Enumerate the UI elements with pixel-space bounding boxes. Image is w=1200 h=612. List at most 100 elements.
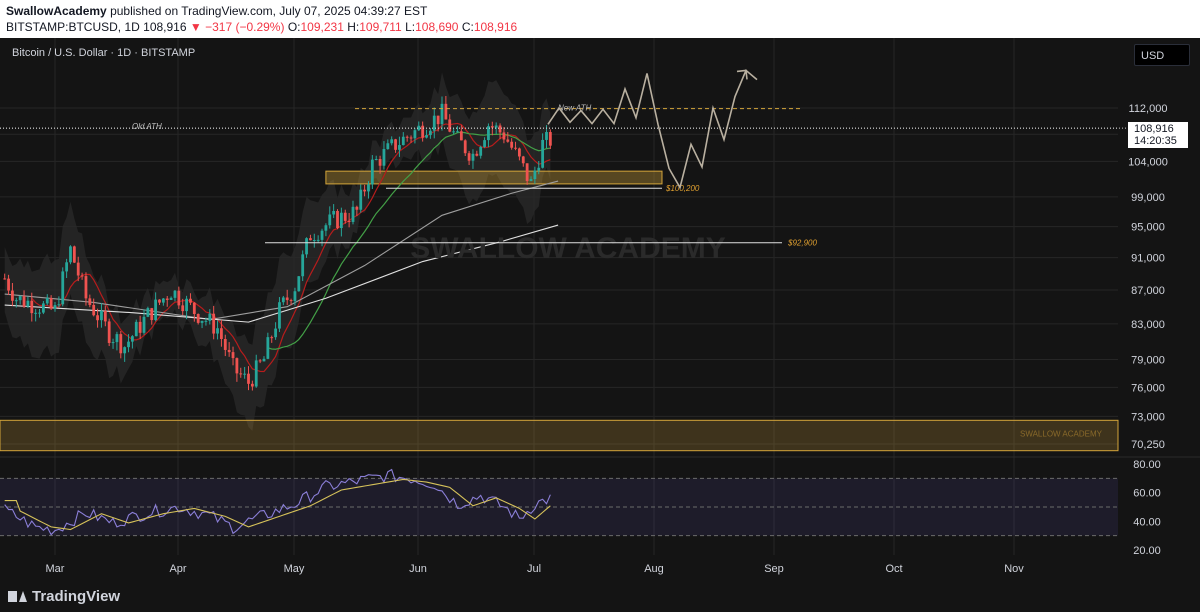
open-value: 109,231: [300, 20, 344, 34]
candle-body: [192, 302, 196, 315]
candle-body: [119, 334, 123, 354]
brand-name: TradingView: [32, 588, 121, 605]
candle-body: [38, 312, 41, 314]
currency-button[interactable]: USD: [1134, 44, 1190, 66]
candle-body: [436, 115, 440, 125]
published-text: published on TradingView.com, July 07, 2…: [110, 4, 428, 18]
candle-body: [266, 337, 270, 359]
candle-body: [382, 149, 386, 166]
time-tick-label: Aug: [644, 563, 664, 575]
candle-body: [533, 170, 537, 180]
candle-body: [510, 141, 514, 148]
time-tick-label: Apr: [169, 563, 186, 575]
candle-body: [181, 305, 185, 312]
candle-body: [398, 145, 401, 150]
tradingview-logo[interactable]: TradingView: [8, 588, 120, 605]
candle-body: [363, 189, 366, 192]
candle-body: [529, 179, 533, 182]
candle: [278, 297, 281, 332]
candle: [196, 313, 200, 325]
candle-body: [169, 297, 173, 300]
price-tick-label: 104,000: [1128, 156, 1168, 168]
rsi-band-fill: [0, 478, 1118, 536]
candle-body: [459, 131, 463, 141]
candle-body: [401, 136, 405, 146]
candle-body: [22, 296, 26, 307]
time-tick-label: May: [284, 563, 305, 575]
candle-body: [367, 184, 370, 192]
candle-body: [18, 296, 22, 301]
candle-body: [247, 373, 250, 384]
candle-body: [103, 310, 107, 322]
candle-body: [223, 339, 227, 350]
price-axis[interactable]: 112,000108,000104,00099,00095,00091,0008…: [1128, 103, 1168, 557]
candle-body: [80, 275, 84, 277]
candle-body: [374, 159, 378, 161]
candle-body: [456, 131, 459, 133]
candle-body: [328, 214, 332, 226]
publication-header: SwallowAcademy published on TradingView.…: [0, 0, 1200, 38]
candle-body: [165, 298, 169, 300]
candle-body: [30, 300, 34, 314]
candle-body: [7, 278, 10, 291]
candle-body: [545, 132, 548, 140]
candle-body: [161, 298, 165, 303]
candle-body: [158, 299, 161, 303]
candle-body: [208, 313, 212, 321]
candle: [107, 318, 111, 347]
candle-body: [278, 302, 281, 329]
rsi-tick-label: 20.00: [1133, 545, 1161, 557]
candle-body: [111, 342, 115, 344]
candle-body: [413, 130, 417, 139]
projection-path: [547, 69, 758, 190]
candle-body: [370, 159, 374, 185]
watermark-text: SWALLOW ACADEMY: [410, 232, 726, 265]
candle-body: [339, 212, 343, 229]
support-zone-upper: [325, 170, 663, 185]
candle-body: [309, 238, 312, 241]
candle-body: [26, 300, 30, 307]
candle-body: [425, 135, 428, 138]
candle-body: [204, 320, 208, 322]
candle: [69, 245, 72, 265]
candle: [146, 306, 150, 318]
chart-area[interactable]: SWALLOW ACADEMY Old ATH New ATH $100,200 $92…: [0, 38, 1200, 586]
candle-body: [220, 328, 223, 340]
candle-body: [11, 290, 14, 301]
candle-body: [467, 153, 471, 161]
author-name[interactable]: SwallowAcademy: [6, 4, 107, 18]
high-value: 109,711: [359, 20, 402, 34]
candle-body: [390, 139, 394, 144]
candle-body: [254, 360, 258, 387]
candle-body: [200, 320, 204, 323]
candle-body: [336, 210, 339, 229]
candle-body: [444, 103, 448, 120]
rsi-tick-label: 80.00: [1133, 459, 1161, 471]
zone-watermark-label: SWALLOW ACADEMY: [1020, 429, 1103, 438]
time-tick-label: Nov: [1004, 563, 1024, 575]
price-tick-label: 112,000: [1129, 103, 1168, 115]
time-axis[interactable]: Mar Apr May Jun Jul Aug Sep Oct Nov: [46, 563, 1025, 575]
time-tick-label: Sep: [764, 563, 784, 575]
candle-body: [471, 153, 475, 161]
candle-body: [440, 103, 444, 125]
candle-body: [72, 246, 76, 263]
candle-body: [452, 131, 456, 133]
rsi-tick-label: 40.00: [1133, 516, 1161, 528]
candle-body: [76, 262, 80, 276]
old-ath-label: Old ATH: [132, 122, 162, 131]
candle-body: [494, 125, 498, 128]
close-value: 108,916: [473, 20, 518, 34]
candle-body: [84, 276, 88, 299]
candle-body: [134, 321, 138, 337]
candle-body: [216, 328, 219, 334]
new-ath-label: New ATH: [558, 104, 592, 113]
chart-svg[interactable]: SWALLOW ACADEMY Old ATH New ATH $100,200 $92…: [0, 38, 1200, 586]
candle-body: [189, 298, 192, 303]
candle-body: [347, 220, 351, 222]
open-label: O:: [287, 20, 301, 34]
time-tick-label: Mar: [46, 563, 65, 575]
candle: [134, 319, 138, 337]
candle-body: [100, 310, 103, 321]
candle-body: [537, 167, 541, 171]
